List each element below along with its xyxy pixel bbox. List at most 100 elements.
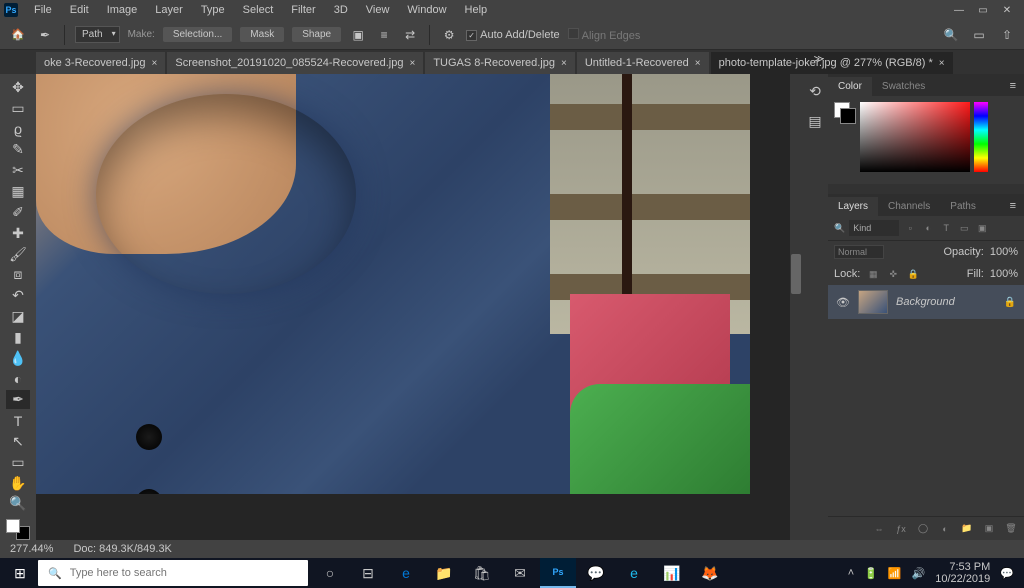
stamp-tool[interactable]: ⧈ [6,265,30,284]
visibility-icon[interactable]: 👁 [836,295,850,309]
opacity-value[interactable]: 100% [990,246,1018,258]
menu-filter[interactable]: Filter [283,2,323,18]
marquee-tool[interactable]: ▭ [6,99,30,118]
menu-select[interactable]: Select [235,2,282,18]
mask-icon[interactable]: ◯ [916,522,930,536]
fx-icon[interactable]: ƒx [894,522,908,536]
gradient-tool[interactable]: ▮ [6,328,30,347]
tab-channels[interactable]: Channels [878,197,940,216]
adjustment-icon[interactable]: ◐ [938,522,952,536]
dodge-tool[interactable]: ◐ [6,370,30,389]
close-icon[interactable]: × [939,58,945,69]
menu-help[interactable]: Help [457,2,496,18]
battery-icon[interactable]: 🔋 [864,567,878,580]
trash-icon[interactable]: 🗑 [1004,522,1018,536]
tray-chevron-icon[interactable]: ˄ [848,567,854,579]
align-icon[interactable]: ≡ [375,26,393,44]
tab-color[interactable]: Color [828,77,872,96]
blend-mode-dropdown[interactable] [834,245,884,259]
menu-file[interactable]: File [26,2,60,18]
edge-icon[interactable]: e [388,558,424,588]
close-icon[interactable]: × [695,58,701,69]
photoshop-taskbar-icon[interactable]: Ps [540,558,576,588]
layer-filter-dropdown[interactable] [849,220,899,236]
menu-view[interactable]: View [358,2,398,18]
filter-smart-icon[interactable]: ▣ [975,221,989,235]
move-tool[interactable]: ✥ [6,78,30,97]
canvas-area[interactable] [36,74,802,540]
workspace-icon[interactable]: ▭ [970,26,988,44]
doc-tab[interactable]: Untitled-1-Recovered× [577,52,709,74]
selection-button[interactable]: Selection... [163,27,232,42]
type-tool[interactable]: T [6,411,30,430]
close-button[interactable]: ✕ [998,3,1016,17]
tab-swatches[interactable]: Swatches [872,77,935,96]
lock-pixels-icon[interactable]: ▦ [866,267,880,281]
app-icon[interactable]: 📊 [654,558,690,588]
volume-icon[interactable]: 🔊 [912,567,926,580]
store-icon[interactable]: 🛍 [464,558,500,588]
panel-menu-icon[interactable]: ≡ [1002,196,1024,216]
cortana-icon[interactable]: ○ [312,558,348,588]
search-icon[interactable]: 🔍 [942,26,960,44]
history-panel-icon[interactable]: ⟲ [803,80,827,102]
lock-all-icon[interactable]: 🔒 [906,267,920,281]
path-select-tool[interactable]: ↖ [6,432,30,451]
start-button[interactable]: ⊞ [2,558,38,588]
crop-tool[interactable]: ✂ [6,161,30,180]
doc-tab[interactable]: Screenshot_20191020_085524-Recovered.jpg… [167,52,423,74]
restore-button[interactable]: ▭ [974,3,992,17]
arrange-icon[interactable]: ⇄ [401,26,419,44]
link-icon[interactable]: ⇔ [872,522,886,536]
pen-tool-icon[interactable]: ✒ [36,26,54,44]
lock-position-icon[interactable]: ✜ [886,267,900,281]
ie-icon[interactable]: e [616,558,652,588]
menu-edit[interactable]: Edit [62,2,97,18]
tab-overflow-icon[interactable]: ≫ [814,54,824,65]
zoom-tool[interactable]: 🔍 [6,495,30,514]
filter-shape-icon[interactable]: ▭ [957,221,971,235]
vertical-scrollbar[interactable] [790,74,802,540]
clock[interactable]: 7:53 PM 10/22/2019 [935,561,990,585]
color-field[interactable] [860,102,970,172]
search-input[interactable] [70,567,298,579]
explorer-icon[interactable]: 📁 [426,558,462,588]
mail-icon[interactable]: ✉ [502,558,538,588]
notifications-icon[interactable]: 💬 [1000,567,1014,580]
pen-tool[interactable]: ✒ [6,390,30,409]
taskbar-search[interactable]: 🔍 [38,560,308,586]
task-view-icon[interactable]: ⊟ [350,558,386,588]
foreground-background-colors[interactable] [6,519,30,540]
menu-image[interactable]: Image [99,2,146,18]
doc-tab[interactable]: oke 3-Recovered.jpg× [36,52,165,74]
mask-button[interactable]: Mask [240,27,284,42]
hue-slider[interactable] [974,102,988,172]
doc-tab[interactable]: TUGAS 8-Recovered.jpg× [425,52,575,74]
home-icon[interactable]: 🏠 [8,25,28,45]
menu-layer[interactable]: Layer [147,2,191,18]
zoom-level[interactable]: 277.44% [10,543,53,555]
group-icon[interactable]: 📁 [960,522,974,536]
wifi-icon[interactable]: 📶 [888,567,902,580]
app-icon[interactable]: 💬 [578,558,614,588]
close-icon[interactable]: × [152,58,158,69]
properties-panel-icon[interactable]: ▤ [803,110,827,132]
menu-3d[interactable]: 3D [326,2,356,18]
share-icon[interactable]: ⇧ [998,26,1016,44]
lock-icon[interactable]: 🔒 [1004,297,1016,308]
gear-icon[interactable]: ⚙ [440,26,458,44]
hand-tool[interactable]: ✋ [6,474,30,493]
minimize-button[interactable]: — [950,3,968,17]
layer-name[interactable]: Background [896,296,955,308]
tab-paths[interactable]: Paths [940,197,986,216]
shape-button[interactable]: Shape [292,27,341,42]
history-brush-tool[interactable]: ↶ [6,286,30,305]
rectangle-tool[interactable]: ▭ [6,453,30,472]
firefox-icon[interactable]: 🦊 [692,558,728,588]
blur-tool[interactable]: 💧 [6,349,30,368]
close-icon[interactable]: × [409,58,415,69]
panel-menu-icon[interactable]: ≡ [1002,76,1024,96]
quick-select-tool[interactable]: ✎ [6,140,30,159]
eraser-tool[interactable]: ◪ [6,307,30,326]
auto-add-delete-checkbox[interactable]: ✓Auto Add/Delete [466,29,560,41]
